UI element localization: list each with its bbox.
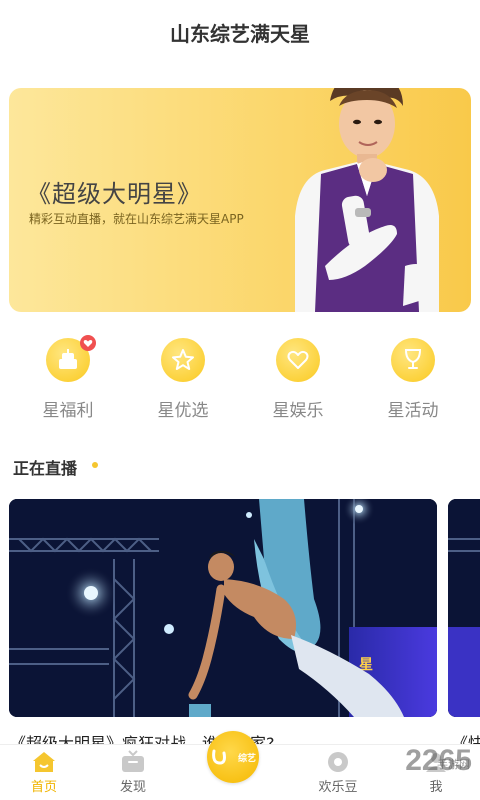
live-stage-photo bbox=[448, 499, 480, 717]
hero-banner[interactable]: 《超级大明星》 精彩互动直播，就在山东综艺满天星APP bbox=[9, 88, 471, 312]
trophy-cup-icon bbox=[391, 338, 435, 382]
page-title: 山东综艺满天星 bbox=[170, 22, 310, 46]
section-dot bbox=[92, 462, 98, 468]
tab-discover[interactable]: 发现 bbox=[93, 749, 173, 795]
center-logo-button[interactable]: 综艺 bbox=[207, 731, 259, 783]
host-photo bbox=[295, 88, 439, 312]
section-title-live: 正在直播 bbox=[13, 459, 78, 478]
tab-beans[interactable]: 欢乐豆 bbox=[298, 749, 378, 795]
feature-label: 星娱乐 bbox=[272, 401, 324, 421]
live-card[interactable] bbox=[448, 499, 480, 717]
tab-label: 首页 bbox=[30, 780, 57, 795]
banner-title: 《超级大明星》 bbox=[27, 180, 202, 208]
live-card[interactable]: 星 bbox=[9, 499, 437, 717]
feature-selection[interactable]: 星优选 bbox=[133, 338, 233, 421]
heart-badge-icon bbox=[80, 335, 96, 351]
tv-icon bbox=[93, 749, 173, 775]
feature-label: 星福利 bbox=[42, 401, 94, 421]
feature-welfare[interactable]: 星福利 bbox=[18, 335, 118, 421]
center-logo-icon bbox=[212, 749, 226, 765]
feature-activity[interactable]: 星活动 bbox=[363, 338, 463, 421]
center-logo-label: 综艺 bbox=[237, 753, 256, 764]
tab-home[interactable]: 首页 bbox=[4, 749, 84, 795]
watermark-sub: 手游网 bbox=[437, 758, 470, 771]
tab-label: 欢乐豆 bbox=[318, 780, 358, 795]
tab-label: 发现 bbox=[119, 780, 146, 795]
star-icon bbox=[161, 338, 205, 382]
live-stage-photo: 星 bbox=[9, 499, 437, 717]
bean-icon bbox=[298, 749, 378, 775]
feature-entertainment[interactable]: 星娱乐 bbox=[248, 338, 348, 421]
gift-cake-icon bbox=[46, 335, 96, 382]
home-icon bbox=[4, 749, 84, 775]
heart-icon bbox=[276, 338, 320, 382]
feature-row: 星福利 星优选 星娱乐 星活动 bbox=[0, 335, 480, 428]
feature-label: 星优选 bbox=[157, 401, 209, 421]
feature-label: 星活动 bbox=[387, 401, 439, 421]
banner-subtitle: 精彩互动直播，就在山东综艺满天星APP bbox=[29, 212, 244, 226]
tab-label: 我 bbox=[429, 780, 443, 795]
